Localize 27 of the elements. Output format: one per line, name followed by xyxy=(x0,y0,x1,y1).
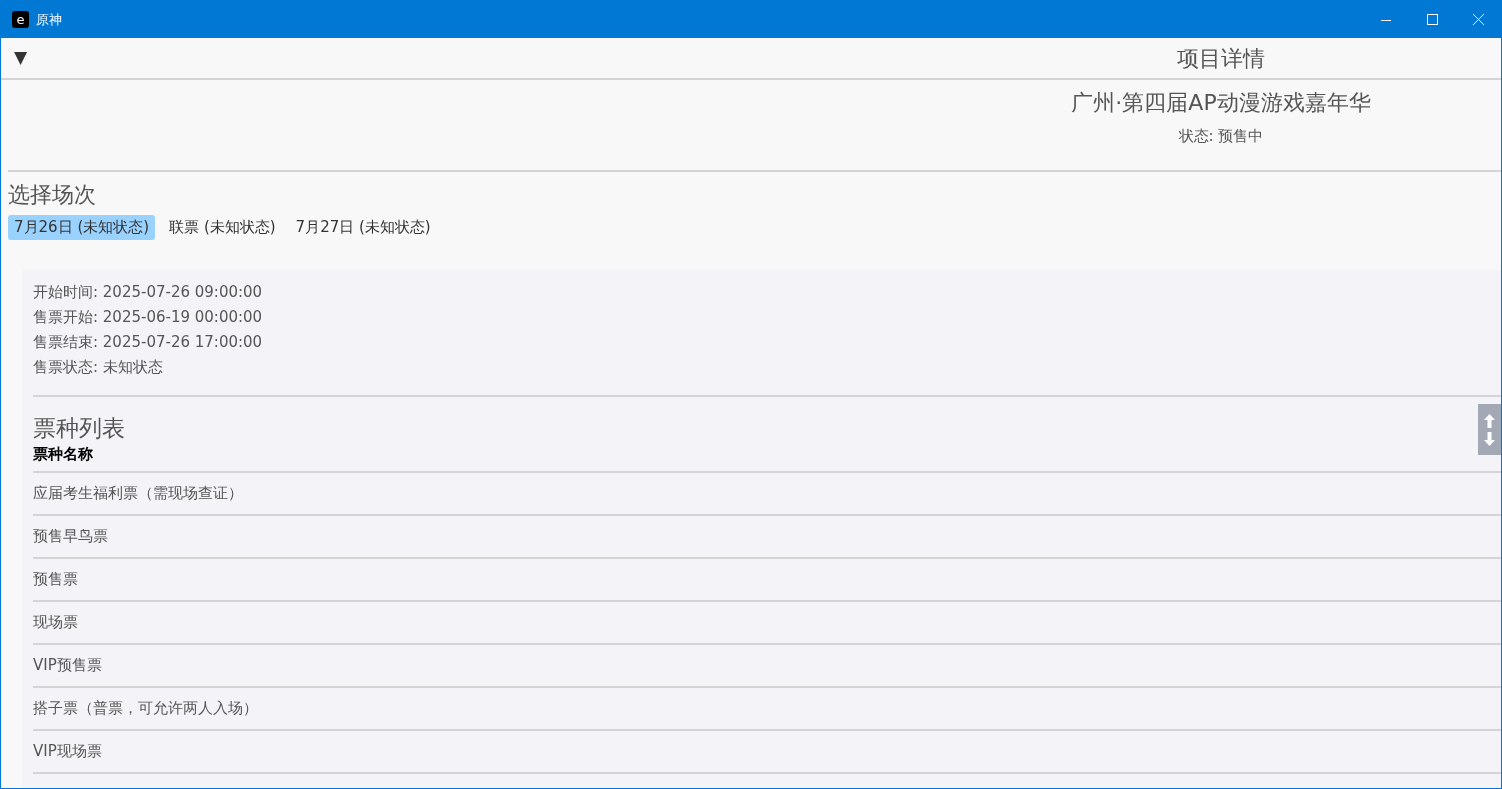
app-icon: e xyxy=(12,11,29,28)
ticket-type-cell-text: 预售票 xyxy=(33,568,78,590)
arrow-up-icon[interactable] xyxy=(1484,413,1495,428)
session-info-line: 售票开始: 2025-06-19 00:00:00 xyxy=(33,306,264,328)
session-info-line: 售票结束: 2025-07-26 17:00:00 xyxy=(33,331,264,353)
ticket-type-cell-text: 应届考生福利票（需现场查证） xyxy=(33,482,243,504)
project-name: 广州·第四届AP动漫游戏嘉年华 xyxy=(1071,89,1371,117)
ticket-type-cell-text: 现场票 xyxy=(33,611,78,633)
ticket-type-cell-text: VIP预售票 xyxy=(33,654,102,676)
session-tab[interactable]: 7月26日 (未知状态) xyxy=(8,215,156,240)
project-status: 状态: 预售中 xyxy=(1178,126,1264,147)
page-title: 项目详情 xyxy=(1176,44,1266,73)
window-title: 原神 xyxy=(36,10,62,29)
section-heading: 选择场次 xyxy=(8,181,97,209)
collapse-toggle[interactable]: ▼ xyxy=(14,45,28,71)
session-info-line: 开始时间: 2025-07-26 09:00:00 xyxy=(33,281,264,303)
maximize-icon xyxy=(1426,14,1438,25)
arrow-down-icon[interactable] xyxy=(1484,431,1495,446)
close-icon xyxy=(1472,14,1484,25)
ticket-type-cell-text: VIP现场票 xyxy=(33,740,102,762)
ticket-type-cell-text: 搭子票（普票，可允许两人入场） xyxy=(33,697,258,719)
session-info-line: 售票状态: 未知状态 xyxy=(33,356,164,378)
section-heading: 票种列表 xyxy=(33,413,125,443)
session-tab[interactable]: 7月27日 (未知状态) xyxy=(289,215,437,240)
ticket-type-cell-text: 预售早鸟票 xyxy=(33,525,108,547)
session-tab[interactable]: 联票 (未知状态) xyxy=(163,215,282,240)
column-header: 票种名称 xyxy=(33,443,93,465)
